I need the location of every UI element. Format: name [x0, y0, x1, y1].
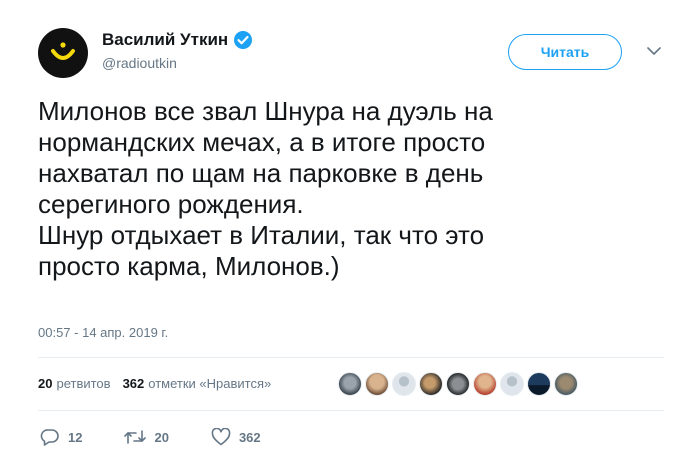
retweet-icon: [124, 430, 147, 444]
divider: [38, 357, 664, 358]
tweet-line: просто карма, Милонов.): [38, 251, 340, 281]
likes-stat[interactable]: 362 отметки «Нравится»: [123, 376, 272, 391]
tweet-timestamp[interactable]: 00:57 - 14 апр. 2019 г.: [38, 325, 168, 340]
like-count: 362: [238, 429, 261, 445]
tweet-line: Милонов все звал Шнура на дуэль на: [38, 96, 493, 126]
tweet-stats: 20 ретвитов 362 отметки «Нравится»: [38, 376, 271, 391]
liker-avatar[interactable]: [338, 372, 362, 396]
retweets-label: ретвитов: [56, 376, 111, 391]
divider: [38, 410, 664, 411]
retweet-button[interactable]: 20: [124, 429, 169, 445]
retweets-stat[interactable]: 20 ретвитов: [38, 376, 111, 391]
liker-avatar[interactable]: [365, 372, 389, 396]
user-name[interactable]: Василий Уткин: [102, 30, 253, 50]
chevron-down-icon[interactable]: [645, 44, 663, 58]
user-handle[interactable]: @radioutkin: [102, 55, 177, 71]
retweet-count: 20: [154, 429, 169, 445]
like-icon: [211, 428, 231, 446]
tweet-actions: 12 20 362: [40, 428, 303, 446]
follow-button[interactable]: Читать: [508, 34, 622, 70]
likes-count: 362: [122, 376, 145, 391]
tweet-line: серегиного рождения.: [38, 189, 304, 219]
likes-label: отметки «Нравится»: [148, 376, 272, 391]
liker-avatar[interactable]: [473, 372, 497, 396]
logo-smile-icon: [51, 42, 75, 60]
tweet-line: нахватал по щам на парковке в день: [38, 158, 484, 188]
verified-badge-icon: [233, 30, 253, 50]
liker-avatar[interactable]: [392, 372, 416, 396]
liker-avatar[interactable]: [446, 372, 470, 396]
avatar[interactable]: [38, 28, 88, 78]
reply-icon: [40, 429, 59, 446]
reply-button[interactable]: 12: [40, 428, 82, 446]
tweet-line: Шнур отдыхает в Италии, так что это: [38, 220, 485, 250]
liker-avatar[interactable]: [419, 372, 443, 396]
liker-avatar[interactable]: [527, 372, 551, 396]
retweets-count: 20: [38, 376, 53, 391]
liker-avatar[interactable]: [500, 372, 524, 396]
like-button[interactable]: 362: [211, 428, 261, 446]
user-name-text: Василий Уткин: [102, 30, 229, 49]
tweet-line: нормандских мечах, а в итоге просто: [38, 127, 486, 157]
reply-count: 12: [68, 429, 83, 445]
liker-avatars: [338, 372, 578, 396]
liker-avatar[interactable]: [554, 372, 578, 396]
tweet-text: Милонов все звал Шнура на дуэль на норма…: [38, 96, 658, 282]
